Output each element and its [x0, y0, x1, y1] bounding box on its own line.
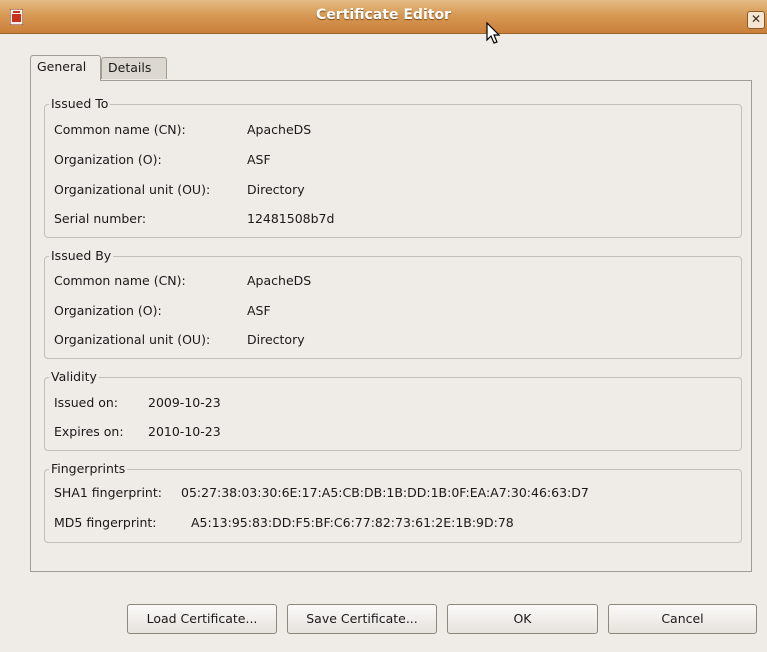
issued-to-o-value: ASF	[247, 152, 271, 167]
sha1-label: SHA1 fingerprint:	[54, 485, 162, 500]
issued-to-legend: Issued To	[49, 96, 111, 112]
tab-general[interactable]: General	[30, 55, 101, 81]
issued-on-value: 2009-10-23	[148, 395, 221, 410]
mouse-cursor-icon	[486, 22, 501, 44]
issued-to-o-label: Organization (O):	[54, 152, 162, 167]
fingerprints-group: Fingerprints SHA1 fingerprint: 05:27:38:…	[44, 461, 742, 543]
validity-group: Validity Issued on: 2009-10-23 Expires o…	[44, 369, 742, 451]
issued-by-legend: Issued By	[49, 248, 114, 264]
md5-value: A5:13:95:83:DD:F5:BF:C6:77:82:73:61:2E:1…	[191, 515, 514, 530]
tab-details-label: Details	[108, 60, 152, 75]
save-certificate-button[interactable]: Save Certificate...	[287, 604, 437, 634]
load-certificate-button[interactable]: Load Certificate...	[127, 604, 277, 634]
serial-number-label: Serial number:	[54, 211, 147, 226]
window-title: Certificate Editor	[316, 7, 451, 23]
ok-button[interactable]: OK	[447, 604, 598, 634]
expires-on-value: 2010-10-23	[148, 424, 221, 439]
title-bar[interactable]: Certificate Editor ✕	[0, 0, 767, 34]
close-icon: ✕	[750, 12, 762, 26]
issued-to-ou-label: Organizational unit (OU):	[54, 182, 211, 197]
serial-number-value: 12481508b7d	[247, 211, 335, 226]
tab-general-label: General	[37, 59, 87, 74]
issued-to-group: Issued To Common name (CN): ApacheDS Org…	[44, 96, 742, 238]
issued-by-o-label: Organization (O):	[54, 303, 162, 318]
cancel-button[interactable]: Cancel	[608, 604, 757, 634]
close-button[interactable]: ✕	[747, 11, 765, 29]
fingerprints-legend: Fingerprints	[49, 461, 128, 477]
issued-on-label: Issued on:	[54, 395, 119, 410]
issued-to-ou-value: Directory	[247, 182, 305, 197]
issued-to-cn-label: Common name (CN):	[54, 122, 186, 137]
issued-by-o-value: ASF	[247, 303, 271, 318]
issued-by-ou-value: Directory	[247, 332, 305, 347]
tab-details[interactable]: Details	[101, 57, 167, 79]
validity-legend: Validity	[49, 369, 99, 385]
sha1-value: 05:27:38:03:30:6E:17:A5:CB:DB:1B:DD:1B:0…	[181, 485, 589, 500]
issued-by-ou-label: Organizational unit (OU):	[54, 332, 211, 347]
issued-by-cn-label: Common name (CN):	[54, 273, 186, 288]
expires-on-label: Expires on:	[54, 424, 124, 439]
md5-label: MD5 fingerprint:	[54, 515, 157, 530]
issued-to-cn-value: ApacheDS	[247, 122, 312, 137]
issued-by-group: Issued By Common name (CN): ApacheDS Org…	[44, 248, 742, 359]
issued-by-cn-value: ApacheDS	[247, 273, 312, 288]
